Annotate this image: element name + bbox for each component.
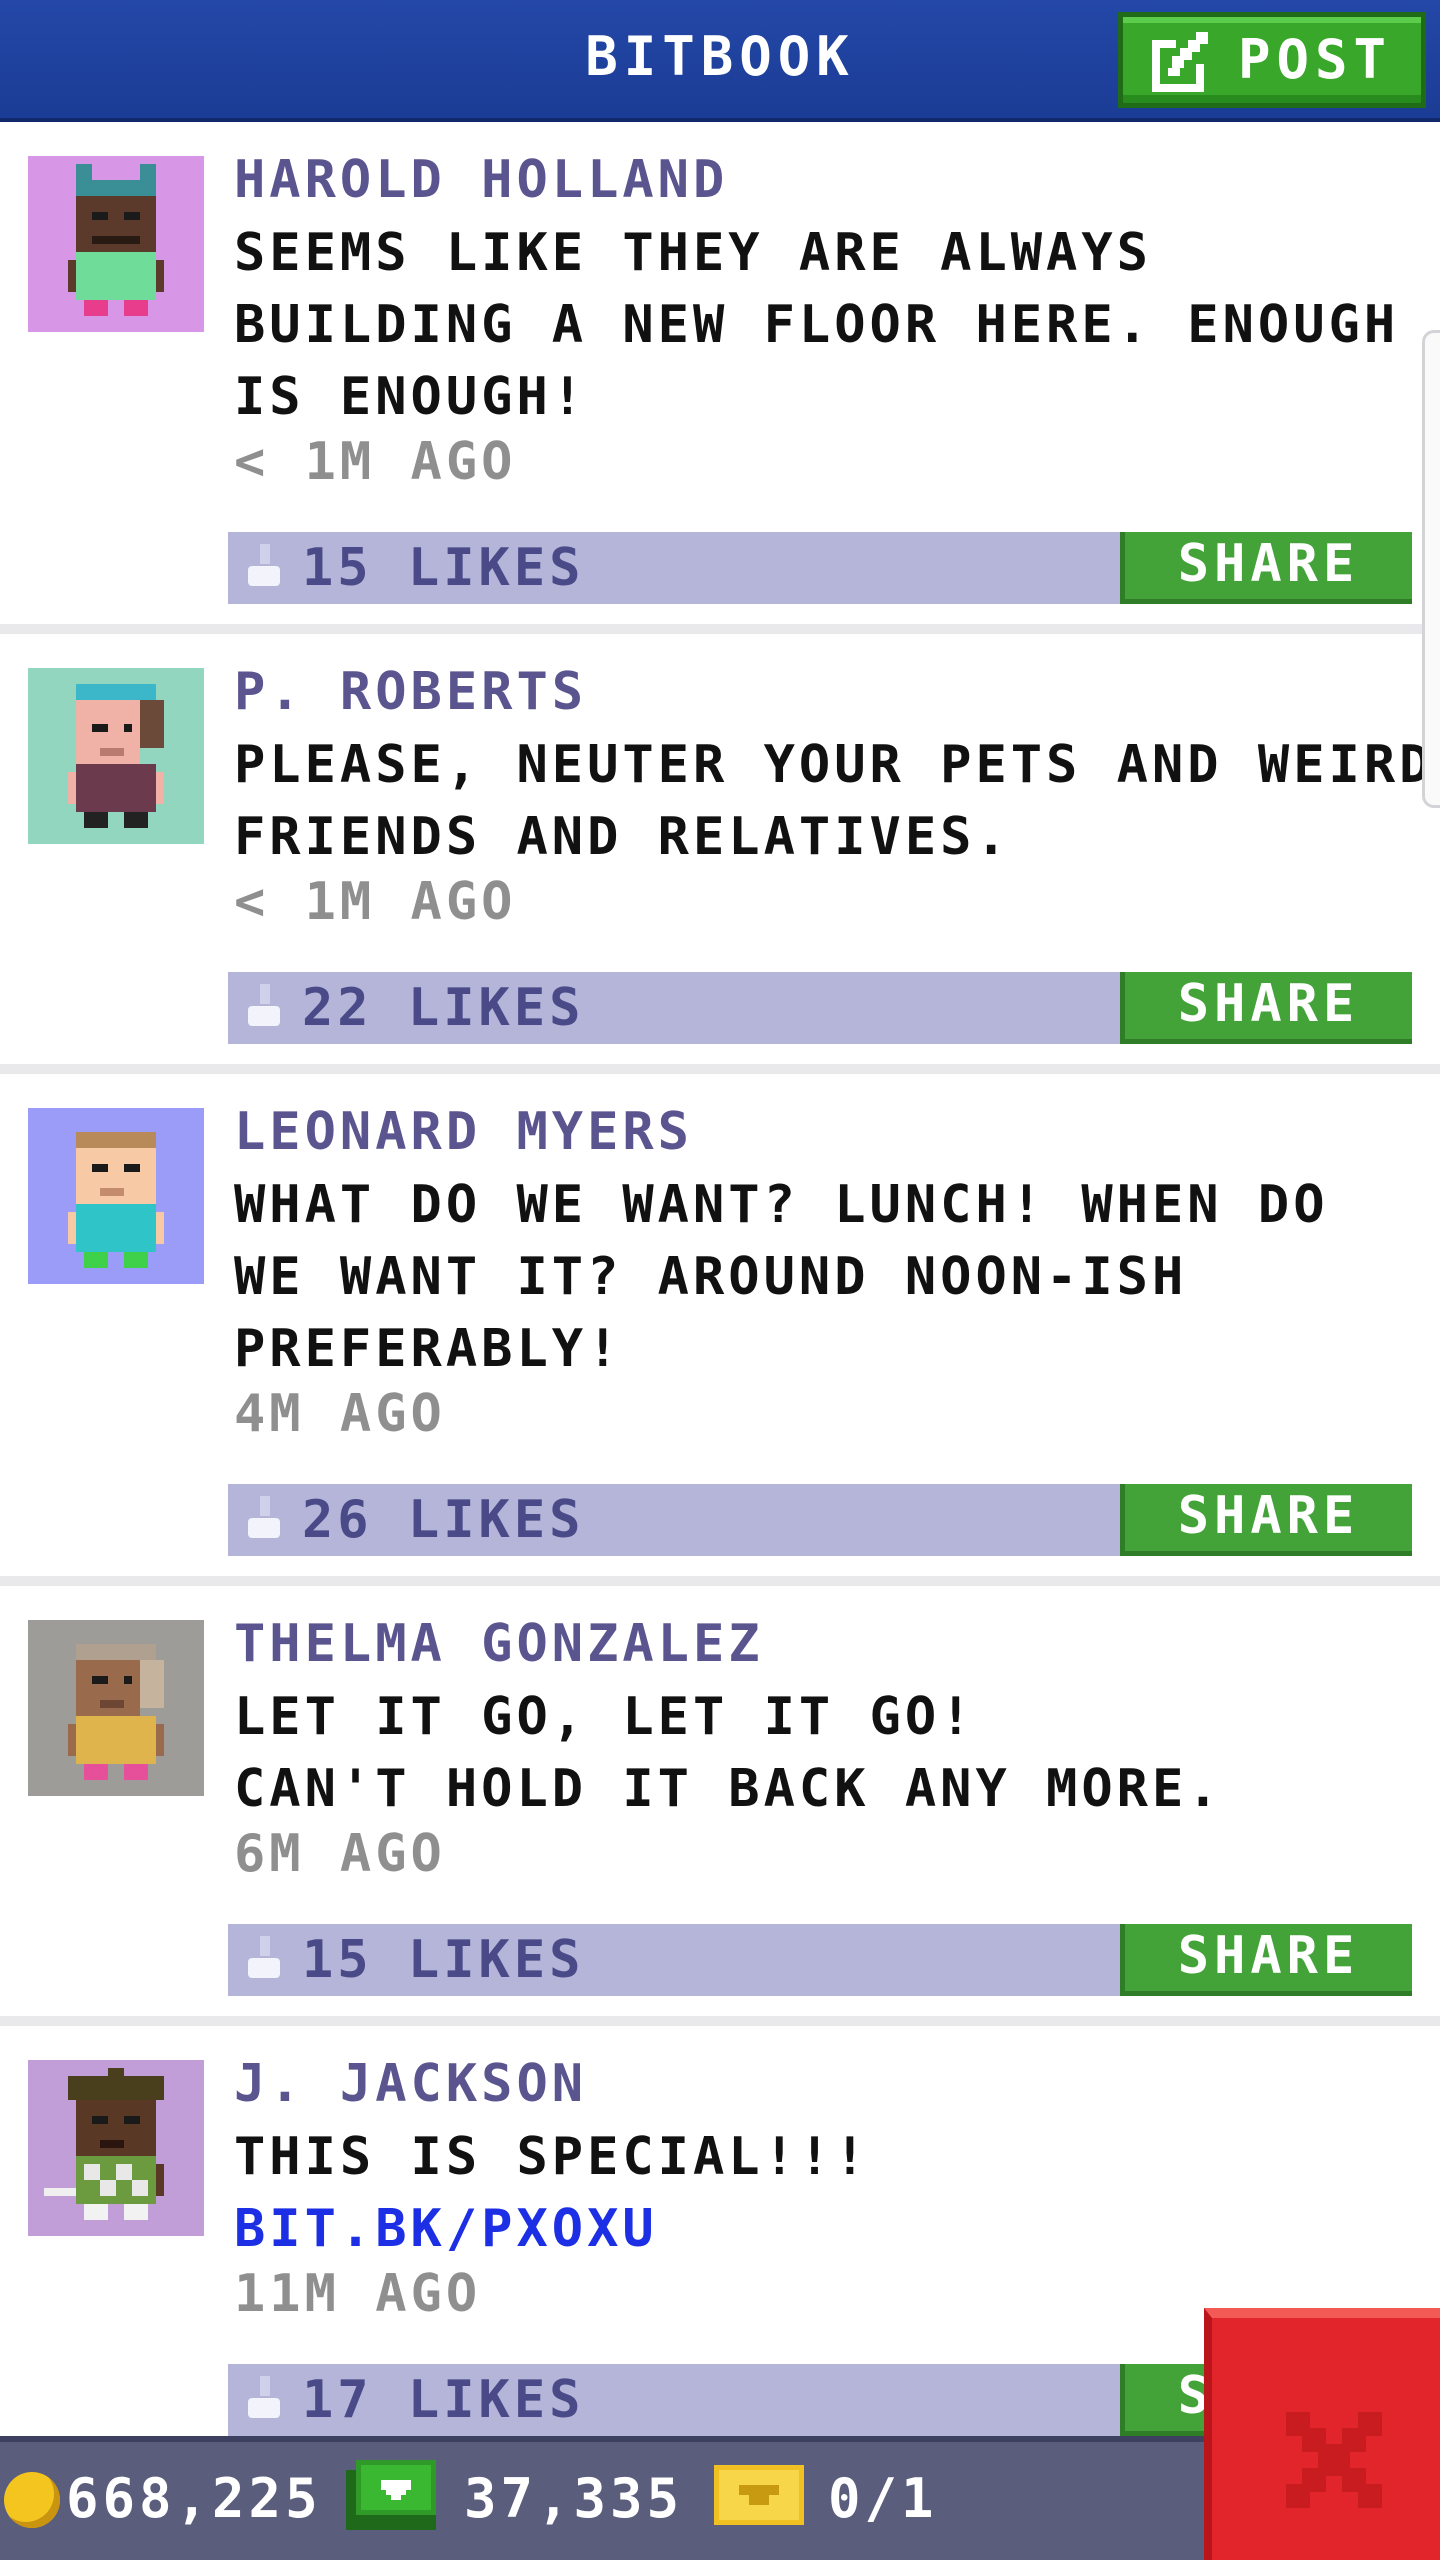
bitbook-screen: BITBOOK POST HAROLD HOLLAND SEEMS LIKE T… — [0, 0, 1440, 2560]
thumbs-up-icon — [242, 984, 290, 1040]
coin-icon — [4, 2472, 60, 2528]
close-icon — [1286, 2412, 1382, 2508]
post-author[interactable]: P. ROBERTS — [234, 658, 1424, 726]
post-timestamp: 11M AGO — [234, 2264, 482, 2324]
post-button-label: POST — [1237, 28, 1393, 91]
share-button[interactable]: SHARE — [1120, 1924, 1412, 1996]
avatar[interactable] — [28, 668, 204, 844]
post-author[interactable]: J. JACKSON — [234, 2050, 1424, 2118]
likes-bar[interactable]: 15 LIKES SHARE — [228, 532, 1412, 604]
post-text-line: PLEASE, NEUTER YOUR PETS AND WEIRD — [234, 735, 1435, 795]
post-text-line: IS ENOUGH! — [234, 367, 588, 427]
post-text: SEEMS LIKE THEY ARE ALWAYS BUILDING A NE… — [234, 217, 1424, 433]
ticket-icon — [714, 2465, 804, 2525]
post-text: THIS IS SPECIAL!!! BIT.BK/PXOXU — [234, 2121, 1424, 2265]
feed-post: THELMA GONZALEZ LET IT GO, LET IT GO! CA… — [0, 1586, 1440, 2026]
tickets-count: 0/1 — [828, 2467, 938, 2530]
post-timestamp: 4M AGO — [234, 1384, 446, 1444]
likes-count: 15 LIKES — [302, 538, 585, 598]
feed-post: LEONARD MYERS WHAT DO WE WANT? LUNCH! WH… — [0, 1074, 1440, 1586]
feed-post: P. ROBERTS PLEASE, NEUTER YOUR PETS AND … — [0, 634, 1440, 1074]
scrollbar[interactable] — [1422, 330, 1440, 808]
close-button[interactable] — [1204, 2308, 1440, 2560]
thumbs-up-icon — [242, 1936, 290, 1992]
bux-icon — [346, 2460, 436, 2530]
post-text-line: THIS IS SPECIAL!!! — [234, 2127, 870, 2187]
post-text-line: PREFERABLY! — [234, 1319, 623, 1379]
avatar-image — [28, 668, 204, 844]
thumbs-up-icon — [242, 544, 290, 600]
post-text-line: LET IT GO, LET IT GO! — [234, 1687, 976, 1747]
likes-count: 26 LIKES — [302, 1490, 585, 1550]
post-author[interactable]: HAROLD HOLLAND — [234, 146, 1424, 214]
avatar-image — [28, 156, 204, 332]
coins-count: 668,225 — [66, 2467, 322, 2530]
post-text-line: BUILDING A NEW FLOOR HERE. ENOUGH — [234, 295, 1400, 355]
post-button[interactable]: POST — [1118, 12, 1426, 108]
avatar[interactable] — [28, 1620, 204, 1796]
thumbs-up-icon — [242, 2376, 290, 2432]
post-author[interactable]: THELMA GONZALEZ — [234, 1610, 1424, 1678]
avatar[interactable] — [28, 156, 204, 332]
post-link[interactable]: BIT.BK/PXOXU — [234, 2193, 1424, 2265]
post-text: PLEASE, NEUTER YOUR PETS AND WEIRD FRIEN… — [234, 729, 1435, 873]
post-timestamp: 6M AGO — [234, 1824, 446, 1884]
feed-list: HAROLD HOLLAND SEEMS LIKE THEY ARE ALWAY… — [0, 122, 1440, 2466]
thumbs-up-icon — [242, 1496, 290, 1552]
header-bar: BITBOOK POST — [0, 0, 1440, 122]
likes-count: 22 LIKES — [302, 978, 585, 1038]
post-text-line: WE WANT IT? AROUND NOON-ISH — [234, 1247, 1188, 1307]
bux-count: 37,335 — [464, 2467, 684, 2530]
avatar-image — [28, 1108, 204, 1284]
share-button[interactable]: SHARE — [1120, 1484, 1412, 1556]
avatar-image — [28, 2060, 204, 2236]
post-text-line: FRIENDS AND RELATIVES. — [234, 807, 1011, 867]
share-button[interactable]: SHARE — [1120, 532, 1412, 604]
likes-bar[interactable]: 22 LIKES SHARE — [228, 972, 1412, 1044]
post-timestamp: < 1M AGO — [234, 432, 517, 492]
post-text-line: CAN'T HOLD IT BACK ANY MORE. — [234, 1759, 1223, 1819]
compose-icon — [1151, 32, 1208, 92]
likes-count: 17 LIKES — [302, 2370, 585, 2430]
share-button[interactable]: SHARE — [1120, 972, 1412, 1044]
post-text-line: SEEMS LIKE THEY ARE ALWAYS — [234, 223, 1152, 283]
post-text: LET IT GO, LET IT GO! CAN'T HOLD IT BACK… — [234, 1681, 1424, 1825]
avatar[interactable] — [28, 1108, 204, 1284]
post-timestamp: < 1M AGO — [234, 872, 517, 932]
likes-count: 15 LIKES — [302, 1930, 585, 1990]
avatar-image — [28, 1620, 204, 1796]
likes-bar[interactable]: 26 LIKES SHARE — [228, 1484, 1412, 1556]
post-text-line: WHAT DO WE WANT? LUNCH! WHEN DO — [234, 1175, 1329, 1235]
feed-post: HAROLD HOLLAND SEEMS LIKE THEY ARE ALWAY… — [0, 122, 1440, 634]
post-author[interactable]: LEONARD MYERS — [234, 1098, 1424, 1166]
avatar[interactable] — [28, 2060, 204, 2236]
post-text: WHAT DO WE WANT? LUNCH! WHEN DO WE WANT … — [234, 1169, 1424, 1385]
likes-bar[interactable]: 15 LIKES SHARE — [228, 1924, 1412, 1996]
